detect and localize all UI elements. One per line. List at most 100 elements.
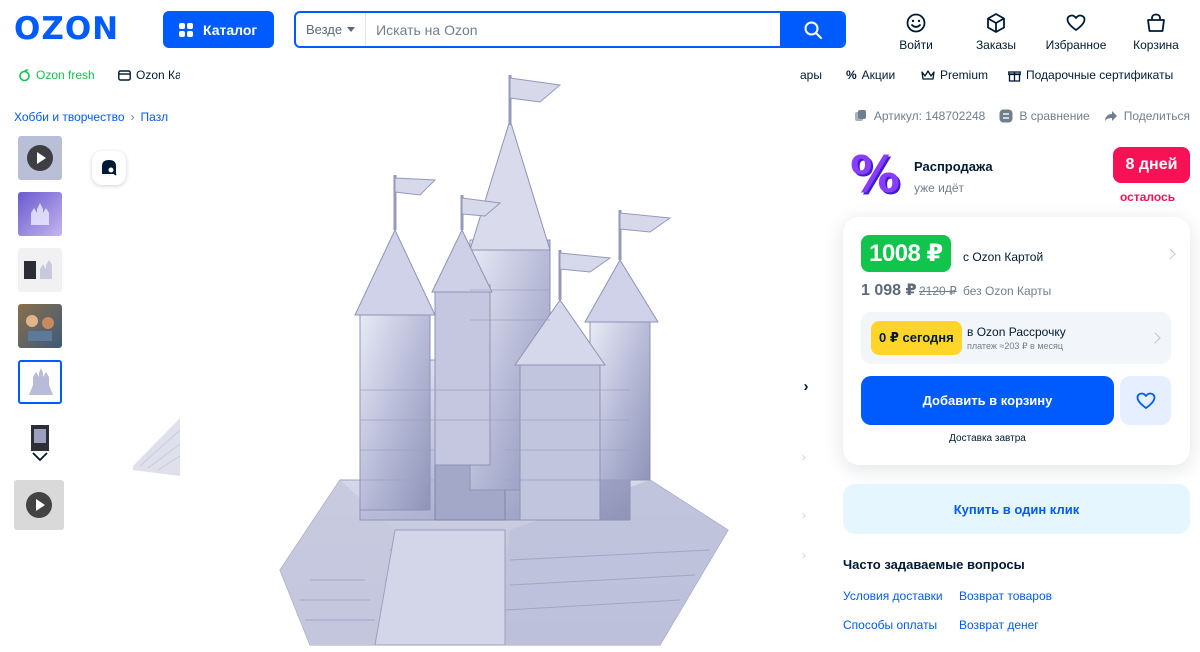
installment-offer[interactable]: 0 ₽ сегодня в Ozon Рассрочку платеж ≈203… <box>861 312 1171 364</box>
thumbnail-video[interactable] <box>18 136 62 180</box>
delivery-info: Доставка завтра <box>949 433 1026 444</box>
faq-link-payment[interactable]: Способы оплаты <box>843 618 937 632</box>
regular-price-label: без Ozon Карты <box>963 284 1052 298</box>
add-to-favorites-button[interactable] <box>1120 376 1171 425</box>
regular-price: 1 098 ₽ <box>861 282 917 299</box>
old-price: 2120 ₽ <box>919 284 957 298</box>
favorites-button[interactable]: Избранное <box>1036 12 1116 52</box>
faq-link-delivery[interactable]: Условия доставки <box>843 589 943 603</box>
buy-one-click-button[interactable]: Купить в один клик <box>843 484 1190 534</box>
article-label: Артикул: 148702248 <box>873 109 986 123</box>
sale-banner[interactable]: % Распродажа уже идёт 8 дней осталось <box>848 146 1192 206</box>
leaf-icon <box>19 68 30 81</box>
nav-cut-label: ары <box>800 68 822 82</box>
search-bar: Везде <box>294 11 846 48</box>
header-actions: Войти Заказы Избранное Корзина <box>876 12 1196 52</box>
breadcrumb: Хобби и творчество › Пазл <box>14 110 168 124</box>
days-left-label: осталось <box>1120 190 1176 204</box>
thumbnail-image[interactable] <box>18 304 62 348</box>
thumbnail-video[interactable] <box>14 480 64 530</box>
box-thumb-icon <box>31 425 49 451</box>
box-thumb-icon <box>24 260 52 279</box>
cart-button[interactable]: Корзина <box>1116 12 1196 52</box>
nav-gift-cards[interactable]: Подарочные сертификаты <box>1008 68 1173 82</box>
zoom-button[interactable] <box>92 151 126 185</box>
search-scope-label: Везде <box>306 22 343 37</box>
compare-button[interactable]: В сравнение <box>999 109 1090 123</box>
crystal-castle-image <box>279 75 729 646</box>
add-to-cart-button[interactable]: Добавить в корзину <box>861 376 1114 425</box>
chevron-right-icon: › <box>802 548 806 562</box>
nav-cut-item[interactable]: ары <box>800 68 822 82</box>
cart-label: Корзина <box>1133 38 1179 52</box>
chevron-right-icon: › <box>802 450 806 464</box>
box-icon <box>987 13 1005 33</box>
grid-icon <box>179 22 193 37</box>
percent-badge-icon: % <box>850 146 901 204</box>
search-scope-select[interactable]: Везде <box>296 13 367 46</box>
faq-link-returns[interactable]: Возврат товаров <box>959 589 1052 603</box>
smile-icon <box>906 13 926 33</box>
thumbnail-image[interactable] <box>18 248 62 292</box>
chevron-right-icon: › <box>130 110 135 124</box>
thumbnail-image[interactable] <box>18 192 62 236</box>
castle-thumb-icon <box>31 203 49 225</box>
product-image[interactable] <box>180 60 800 652</box>
sale-subtitle: уже идёт <box>914 181 965 195</box>
breadcrumb-item[interactable]: Хобби и творчество <box>14 110 125 124</box>
nav-ozon-fresh[interactable]: Ozon fresh <box>18 68 95 82</box>
nav-ozon-fresh-label: Ozon fresh <box>36 68 95 82</box>
thumbnail-image-active[interactable] <box>18 360 62 404</box>
copy-icon <box>854 110 866 121</box>
installment-title: в Ozon Рассрочку <box>967 325 1066 339</box>
play-icon <box>26 492 52 518</box>
search-button[interactable] <box>780 13 844 46</box>
orders-label: Заказы <box>975 38 1017 52</box>
heart-icon <box>1066 14 1086 31</box>
product-meta: Артикул: 148702248 В сравнение Поделитьс… <box>854 109 1190 123</box>
article-number[interactable]: Артикул: 148702248 <box>854 109 985 123</box>
play-icon <box>27 145 53 171</box>
login-button[interactable]: Войти <box>876 12 956 52</box>
nav-premium-label: Premium <box>940 68 989 82</box>
thumbnail-list <box>18 136 64 472</box>
search-icon <box>804 21 822 39</box>
search-input[interactable] <box>366 13 780 46</box>
faq-link-refund[interactable]: Возврат денег <box>959 618 1039 632</box>
faq-title: Часто задаваемые вопросы <box>843 557 1025 572</box>
header: OZON Каталог Везде Войти Заказы Избранно… <box>0 0 1200 60</box>
next-image-arrow[interactable]: › <box>798 378 814 395</box>
nav-promo[interactable]: % Акции <box>846 68 895 82</box>
chevron-down-icon[interactable] <box>31 451 49 463</box>
crown-icon <box>921 70 935 80</box>
gift-icon <box>1008 70 1021 82</box>
nav-premium[interactable]: Premium <box>921 68 988 82</box>
cart-icon <box>1147 13 1165 32</box>
share-label: Поделиться <box>1123 109 1190 123</box>
ozon-logo[interactable]: OZON <box>14 12 119 46</box>
nav-ozon-card[interactable]: Ozon Ка <box>118 68 182 82</box>
login-label: Войти <box>899 38 933 52</box>
orders-button[interactable]: Заказы <box>956 12 1036 52</box>
catalog-button[interactable]: Каталог <box>163 11 274 48</box>
price-card: 1008 ₽ с Ozon Картой 1 098 ₽ 2120 ₽ без … <box>843 217 1190 465</box>
background-castle-fragment <box>133 418 180 476</box>
compare-label: В сравнение <box>1019 109 1090 123</box>
chevron-right-icon <box>1149 332 1161 344</box>
card-icon <box>118 69 131 81</box>
nav-ozon-card-label: Ozon Ка <box>136 68 182 82</box>
share-button[interactable]: Поделиться <box>1104 109 1190 123</box>
chevron-right-icon: › <box>802 508 806 522</box>
ozon-card-price: 1008 ₽ <box>861 235 951 272</box>
share-icon <box>1104 111 1117 122</box>
heart-icon <box>1136 392 1155 409</box>
sale-title: Распродажа <box>914 159 993 174</box>
breadcrumb-item[interactable]: Пазл <box>141 110 169 124</box>
installment-badge: 0 ₽ сегодня <box>871 321 962 355</box>
chevron-right-icon[interactable] <box>1164 248 1176 260</box>
favorites-label: Избранное <box>1045 38 1107 52</box>
catalog-label: Каталог <box>203 21 258 38</box>
nav-gift-cards-label: Подарочные сертификаты <box>1026 68 1174 82</box>
compare-icon <box>999 109 1013 123</box>
photo-thumb-icon <box>26 315 54 341</box>
